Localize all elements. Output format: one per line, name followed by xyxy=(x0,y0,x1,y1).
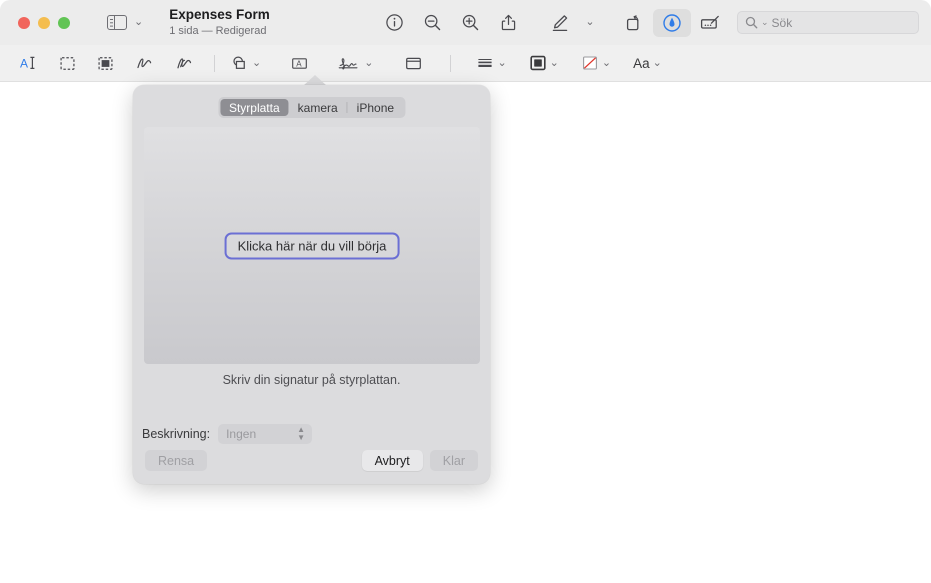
description-label: Beskrivning: xyxy=(142,427,211,441)
markup-toolbar: A ⌄ A ⌄ ⌄ ⌄ ⌄ Aa ⌄ xyxy=(0,45,931,82)
chevron-down-icon[interactable]: ⌄ xyxy=(364,57,373,69)
rectangular-selection-tool[interactable] xyxy=(52,50,82,76)
rotate-left-icon xyxy=(626,14,639,30)
signature-icon xyxy=(338,58,358,70)
zoom-out-icon xyxy=(424,14,440,31)
font-aa-icon: Aa xyxy=(633,55,650,71)
cancel-button[interactable]: Avbryt xyxy=(361,450,423,471)
signature-toolbar-button[interactable] xyxy=(691,9,729,37)
done-button[interactable]: Klar xyxy=(429,450,478,471)
chevron-down-icon[interactable]: ⌄ xyxy=(252,57,261,69)
text-box-icon: A xyxy=(291,57,307,69)
sidebar-icon xyxy=(107,14,127,31)
draw-tool[interactable] xyxy=(170,50,200,76)
search-icon xyxy=(745,16,758,29)
chevron-down-icon[interactable]: ⌄ xyxy=(497,57,506,69)
svg-text:A: A xyxy=(296,59,302,68)
signature-tool[interactable]: ⌄ xyxy=(334,50,376,76)
tab-trackpad[interactable]: Styrplatta xyxy=(219,99,289,116)
chevron-down-icon[interactable]: ⌄ xyxy=(134,17,143,28)
instruction-text: Skriv din signatur på styrplattan. xyxy=(222,373,401,387)
signature-pad-icon xyxy=(700,15,719,29)
chevron-up-down-icon: ▲ ▼ xyxy=(297,425,306,442)
sketch-icon xyxy=(137,58,152,69)
page-title: Expenses Form xyxy=(169,6,270,22)
toolbar-buttons: ⌄ xyxy=(375,0,729,45)
svg-text:A: A xyxy=(20,57,28,71)
search-input[interactable]: Sök xyxy=(772,16,793,30)
minimize-button[interactable] xyxy=(38,16,50,29)
shapes-icon xyxy=(233,56,245,69)
border-style-tool[interactable]: ⌄ xyxy=(526,50,562,76)
chevron-down-icon[interactable]: ⌄ xyxy=(653,57,662,69)
markup-pen-circle-icon xyxy=(663,13,681,32)
markup-button[interactable] xyxy=(653,8,691,37)
document-title-block: Expenses Form 1 sida — Redigerad xyxy=(169,7,270,39)
shapes-tool[interactable]: ⌄ xyxy=(227,50,264,76)
instant-alpha-tool[interactable] xyxy=(90,50,120,76)
zoom-out-button[interactable] xyxy=(413,9,451,37)
chevron-down-icon[interactable]: ⌄ xyxy=(602,57,611,69)
footer-right-buttons: Avbryt Klar xyxy=(361,450,478,471)
zoom-button[interactable] xyxy=(58,16,70,29)
popover-footer: Rensa Avbryt Klar xyxy=(133,450,490,471)
zoom-in-button[interactable] xyxy=(451,9,489,37)
info-icon xyxy=(385,14,403,31)
title-bar: ⌄ Expenses Form 1 sida — Redigerad ⌄ ⌄ S… xyxy=(0,0,931,45)
description-value: Ingen xyxy=(226,427,257,441)
sketch-tool[interactable] xyxy=(130,50,160,76)
chevron-down-icon: ⌄ xyxy=(585,16,595,28)
clear-button[interactable]: Rensa xyxy=(145,450,208,471)
fill-none-icon xyxy=(582,56,597,70)
signature-popover: Styrplatta kamera iPhone Klicka här när … xyxy=(133,85,490,484)
font-style-tool[interactable]: Aa ⌄ xyxy=(630,50,665,76)
signature-source-tabs: Styrplatta kamera iPhone xyxy=(217,97,406,118)
border-style-icon xyxy=(530,55,546,71)
description-select[interactable]: Ingen ▲ ▼ xyxy=(218,424,313,444)
info-button[interactable] xyxy=(375,9,413,37)
text-selection-tool[interactable]: A xyxy=(14,50,44,76)
sidebar-toggle-button[interactable]: ⌄ xyxy=(107,14,143,31)
document-subtitle: 1 sida — Redigerad xyxy=(169,24,267,37)
share-button[interactable] xyxy=(489,9,527,37)
fill-color-tool[interactable]: ⌄ xyxy=(578,50,614,76)
rectangular-selection-icon xyxy=(59,56,75,70)
highlight-options-button[interactable]: ⌄ xyxy=(579,9,601,37)
description-row: Beskrivning: Ingen ▲ ▼ xyxy=(142,424,313,444)
search-chevron-down-icon[interactable]: ⌄ xyxy=(761,18,769,27)
tab-camera[interactable]: kamera xyxy=(289,99,347,116)
text-tool[interactable]: A xyxy=(284,50,314,76)
traffic-lights xyxy=(18,16,70,29)
chevron-down-icon[interactable]: ⌄ xyxy=(550,57,559,69)
tab-iphone[interactable]: iPhone xyxy=(348,99,403,116)
rotate-button[interactable] xyxy=(615,9,653,37)
highlight-button[interactable] xyxy=(541,9,579,37)
line-thickness-icon xyxy=(478,59,493,67)
toolbar-separator xyxy=(214,54,215,72)
trackpad-signature-area[interactable]: Klicka här när du vill börja xyxy=(144,127,480,364)
zoom-in-icon xyxy=(462,14,478,31)
close-button[interactable] xyxy=(18,16,30,29)
note-icon xyxy=(406,57,421,69)
preview-window: ⌄ Expenses Form 1 sida — Redigerad ⌄ ⌄ S… xyxy=(0,0,931,583)
search-field[interactable]: ⌄ Sök xyxy=(737,11,919,34)
instant-alpha-icon xyxy=(97,56,113,70)
note-tool[interactable] xyxy=(398,50,428,76)
line-style-tool[interactable]: ⌄ xyxy=(473,50,509,76)
highlighter-pen-icon xyxy=(552,14,568,31)
text-select-icon: A xyxy=(20,57,35,71)
draw-icon xyxy=(177,58,192,69)
start-capture-button[interactable]: Klicka här när du vill börja xyxy=(224,232,400,259)
share-icon xyxy=(501,14,515,31)
toolbar-separator xyxy=(450,54,452,72)
